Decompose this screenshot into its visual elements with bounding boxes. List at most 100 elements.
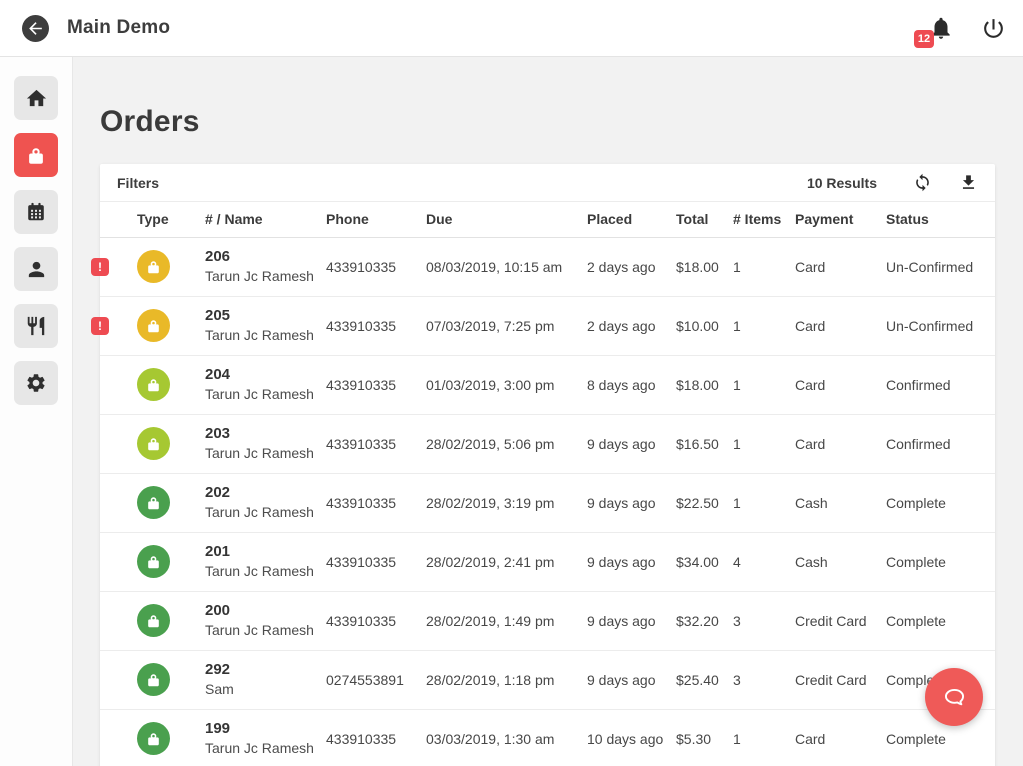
sidebar-item-bookings[interactable]: [14, 190, 58, 234]
order-customer: Tarun Jc Ramesh: [205, 620, 326, 640]
order-row[interactable]: 202Tarun Jc Ramesh 433910335 28/02/2019,…: [100, 473, 995, 532]
order-customer: Sam: [205, 679, 326, 699]
filters-bar: Filters 10 Results: [100, 164, 995, 202]
notification-count-badge: 12: [914, 30, 934, 48]
sidebar-item-settings[interactable]: [14, 361, 58, 405]
sidebar-item-customers[interactable]: [14, 247, 58, 291]
order-status: Complete: [886, 532, 995, 591]
col-header-type: Type: [100, 202, 205, 237]
order-number: 206: [205, 247, 326, 266]
calendar-icon: [25, 201, 47, 223]
order-status: Complete: [886, 591, 995, 650]
order-number: 292: [205, 660, 326, 679]
order-placed: 9 days ago: [587, 532, 676, 591]
order-status: Complete: [886, 473, 995, 532]
order-type-icon: [137, 309, 170, 342]
order-phone: 433910335: [326, 355, 426, 414]
order-items: 3: [733, 650, 795, 709]
order-items: 1: [733, 414, 795, 473]
col-header-status: Status: [886, 202, 995, 237]
col-header-total: Total: [676, 202, 733, 237]
order-placed: 2 days ago: [587, 237, 676, 296]
download-button[interactable]: [959, 173, 978, 192]
logout-button[interactable]: [981, 16, 1006, 41]
order-type-icon: [137, 663, 170, 696]
order-status: Un-Confirmed: [886, 296, 995, 355]
order-total: $18.00: [676, 237, 733, 296]
person-icon: [25, 258, 48, 281]
order-row[interactable]: ! 206Tarun Jc Ramesh 433910335 08/03/201…: [100, 237, 995, 296]
home-icon: [25, 87, 48, 110]
order-number: 204: [205, 365, 326, 384]
order-number: 199: [205, 719, 326, 738]
order-items: 1: [733, 709, 795, 766]
order-total: $10.00: [676, 296, 733, 355]
order-total: $22.50: [676, 473, 733, 532]
refresh-button[interactable]: [913, 173, 932, 192]
arrow-left-icon: [26, 19, 45, 38]
order-type-icon: [137, 368, 170, 401]
order-phone: 0274553891: [326, 650, 426, 709]
order-items: 1: [733, 473, 795, 532]
order-items: 4: [733, 532, 795, 591]
order-due: 28/02/2019, 5:06 pm: [426, 414, 587, 473]
order-row[interactable]: 292Sam 0274553891 28/02/2019, 1:18 pm 9 …: [100, 650, 995, 709]
order-number: 201: [205, 542, 326, 561]
order-row[interactable]: 204Tarun Jc Ramesh 433910335 01/03/2019,…: [100, 355, 995, 414]
order-payment: Card: [795, 709, 886, 766]
order-due: 28/02/2019, 2:41 pm: [426, 532, 587, 591]
order-due: 28/02/2019, 3:19 pm: [426, 473, 587, 532]
order-due: 07/03/2019, 7:25 pm: [426, 296, 587, 355]
order-row[interactable]: 200Tarun Jc Ramesh 433910335 28/02/2019,…: [100, 591, 995, 650]
order-customer: Tarun Jc Ramesh: [205, 325, 326, 345]
order-number: 203: [205, 424, 326, 443]
sidebar-item-home[interactable]: [14, 76, 58, 120]
order-customer: Tarun Jc Ramesh: [205, 561, 326, 581]
order-type-icon: [137, 427, 170, 460]
table-header-row: Type # / Name Phone Due Placed Total # I…: [100, 202, 995, 237]
order-row[interactable]: 203Tarun Jc Ramesh 433910335 28/02/2019,…: [100, 414, 995, 473]
download-icon: [959, 173, 978, 192]
col-header-payment: Payment: [795, 202, 886, 237]
order-placed: 2 days ago: [587, 296, 676, 355]
order-total: $34.00: [676, 532, 733, 591]
order-phone: 433910335: [326, 532, 426, 591]
order-status: Confirmed: [886, 414, 995, 473]
order-row[interactable]: ! 205Tarun Jc Ramesh 433910335 07/03/201…: [100, 296, 995, 355]
orders-table: Type # / Name Phone Due Placed Total # I…: [100, 202, 995, 766]
order-due: 08/03/2019, 10:15 am: [426, 237, 587, 296]
chat-bubble-icon: [941, 684, 968, 711]
order-row[interactable]: 201Tarun Jc Ramesh 433910335 28/02/2019,…: [100, 532, 995, 591]
sidebar-item-menu[interactable]: [14, 304, 58, 348]
order-phone: 433910335: [326, 237, 426, 296]
order-customer: Tarun Jc Ramesh: [205, 266, 326, 286]
col-header-phone: Phone: [326, 202, 426, 237]
order-payment: Cash: [795, 532, 886, 591]
order-placed: 9 days ago: [587, 473, 676, 532]
power-icon: [981, 16, 1006, 41]
order-status: Un-Confirmed: [886, 237, 995, 296]
filters-toggle[interactable]: Filters: [117, 175, 159, 191]
order-payment: Card: [795, 296, 886, 355]
help-chat-button[interactable]: [925, 668, 983, 726]
back-button[interactable]: [22, 15, 49, 42]
order-placed: 8 days ago: [587, 355, 676, 414]
order-payment: Card: [795, 237, 886, 296]
order-total: $18.00: [676, 355, 733, 414]
sidebar-item-orders[interactable]: [14, 133, 58, 177]
refresh-icon: [913, 173, 932, 192]
order-customer: Tarun Jc Ramesh: [205, 738, 326, 758]
order-row[interactable]: 199Tarun Jc Ramesh 433910335 03/03/2019,…: [100, 709, 995, 766]
order-payment: Cash: [795, 473, 886, 532]
order-customer: Tarun Jc Ramesh: [205, 443, 326, 463]
order-placed: 9 days ago: [587, 650, 676, 709]
order-due: 28/02/2019, 1:49 pm: [426, 591, 587, 650]
order-payment: Credit Card: [795, 591, 886, 650]
order-type-icon: [137, 486, 170, 519]
order-phone: 433910335: [326, 414, 426, 473]
shopping-bag-icon: [25, 144, 47, 166]
notifications-button[interactable]: 12: [928, 15, 954, 41]
col-header-due: Due: [426, 202, 587, 237]
col-header-placed: Placed: [587, 202, 676, 237]
order-placed: 9 days ago: [587, 591, 676, 650]
